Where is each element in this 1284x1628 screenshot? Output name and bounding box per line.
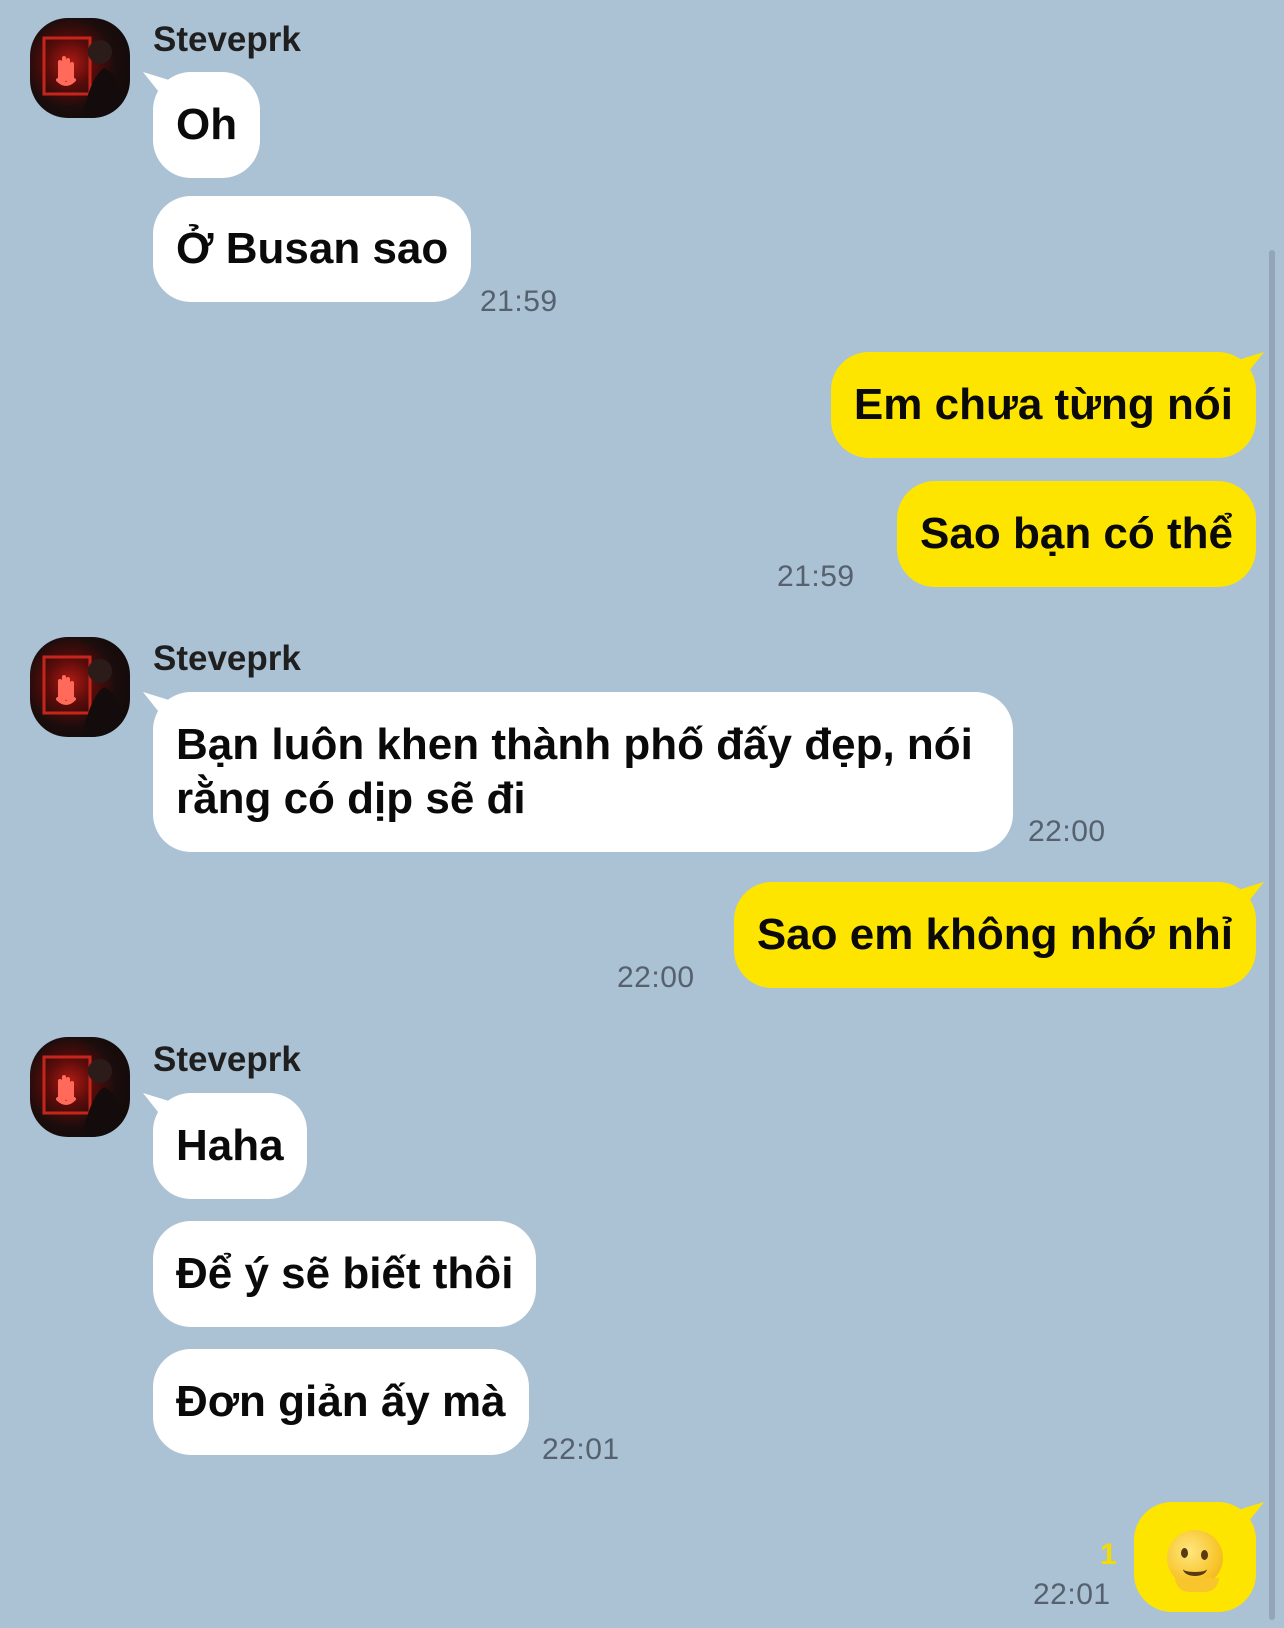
incoming-message-bubble[interactable]: Ở Busan sao bbox=[153, 196, 472, 302]
sender-avatar[interactable] bbox=[30, 1037, 130, 1137]
message-timestamp: 22:00 bbox=[1028, 815, 1106, 848]
scrollbar[interactable] bbox=[1269, 250, 1275, 1620]
avatar-photo-icon bbox=[42, 655, 126, 737]
incoming-message-bubble[interactable]: Để ý sẽ biết thôi bbox=[153, 1221, 537, 1327]
unread-count: 1 bbox=[1100, 1538, 1117, 1571]
message-line: rằng có dịp sẽ đi bbox=[176, 774, 526, 823]
message-line: Bạn luôn khen thành phố đấy đẹp, nói bbox=[176, 720, 973, 769]
sender-name: Steveprk bbox=[153, 20, 301, 59]
sender-avatar[interactable] bbox=[30, 637, 130, 737]
message-timestamp: 21:59 bbox=[777, 560, 855, 593]
message-timestamp: 22:01 bbox=[542, 1433, 620, 1466]
outgoing-message-bubble[interactable]: Sao em không nhớ nhỉ bbox=[733, 882, 1256, 988]
incoming-message-bubble[interactable]: Oh bbox=[153, 72, 261, 178]
incoming-message-bubble[interactable]: Bạn luôn khen thành phố đấy đẹp, nói rằn… bbox=[153, 692, 1013, 852]
message-timestamp: 22:00 bbox=[617, 961, 695, 994]
outgoing-message-bubble[interactable]: Em chưa từng nói bbox=[830, 352, 1256, 458]
sender-name: Steveprk bbox=[153, 1040, 301, 1079]
message-timestamp: 21:59 bbox=[480, 285, 558, 318]
outgoing-emoji-bubble[interactable] bbox=[1134, 1502, 1256, 1612]
avatar-photo-icon bbox=[42, 36, 126, 118]
avatar-photo-icon bbox=[42, 1055, 126, 1137]
incoming-message-bubble[interactable]: Haha bbox=[153, 1093, 307, 1199]
outgoing-message-bubble[interactable]: Sao bạn có thể bbox=[897, 481, 1256, 587]
sender-avatar[interactable] bbox=[30, 18, 130, 118]
melting-face-icon bbox=[1167, 1528, 1223, 1592]
message-timestamp: 22:01 bbox=[1033, 1578, 1111, 1611]
sender-name: Steveprk bbox=[153, 639, 301, 678]
incoming-message-bubble[interactable]: Đơn giản ấy mà bbox=[153, 1349, 529, 1455]
